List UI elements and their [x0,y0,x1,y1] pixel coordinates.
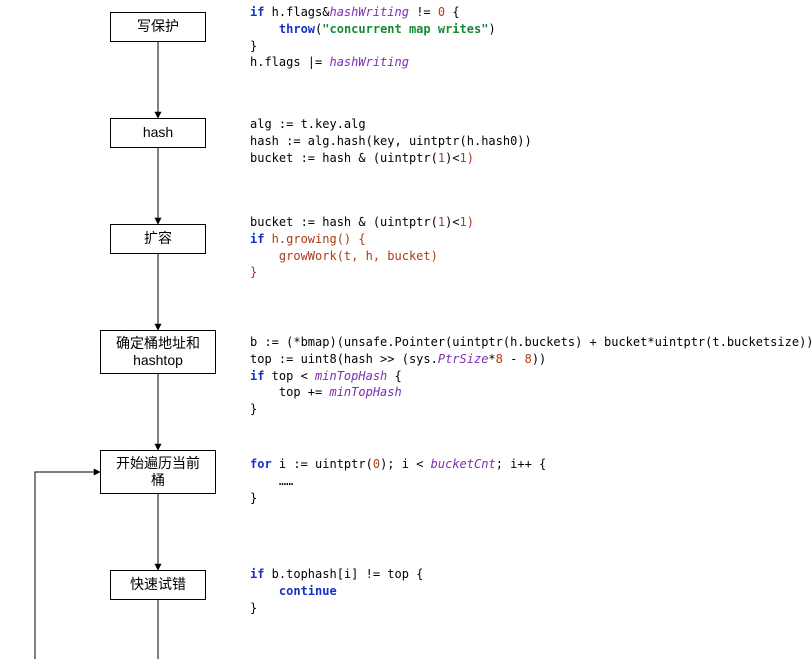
code-annotation-c1: if h.flags&hashWriting != 0 { throw("con… [250,4,496,71]
flow-node-label: 开始遍历当前桶 [116,455,200,490]
flow-node-label: 确定桶地址和hashtop [116,335,200,370]
flow-node-label: hash [143,124,173,142]
flow-node-label: 写保护 [137,18,179,36]
code-annotation-c4: b := (*bmap)(unsafe.Pointer(uintptr(h.bu… [250,334,812,418]
code-annotation-c6: if b.tophash[i] != top { continue } [250,566,423,616]
flow-node-n6: 快速试错 [110,570,206,600]
flow-node-label: 快速试错 [130,576,186,594]
code-annotation-c3: bucket := hash & (uintptr(1)<1) if h.gro… [250,214,474,281]
flowchart-diagram: 写保护 hash 扩容确定桶地址和hashtop 开始遍历当前桶快速试错 if h.fl… [0,0,812,659]
edge-loop-into-n5 [35,472,100,659]
flow-node-n3: 扩容 [110,224,206,254]
code-annotation-c5: for i := uintptr(0); i < bucketCnt; i++ … [250,456,546,506]
flow-node-n2: hash [110,118,206,148]
flow-node-n1: 写保护 [110,12,206,42]
flow-node-n5: 开始遍历当前桶 [100,450,216,494]
flow-node-n4: 确定桶地址和hashtop [100,330,216,374]
flow-node-label: 扩容 [144,230,172,248]
code-annotation-c2: alg := t.key.alg hash := alg.hash(key, u… [250,116,532,166]
